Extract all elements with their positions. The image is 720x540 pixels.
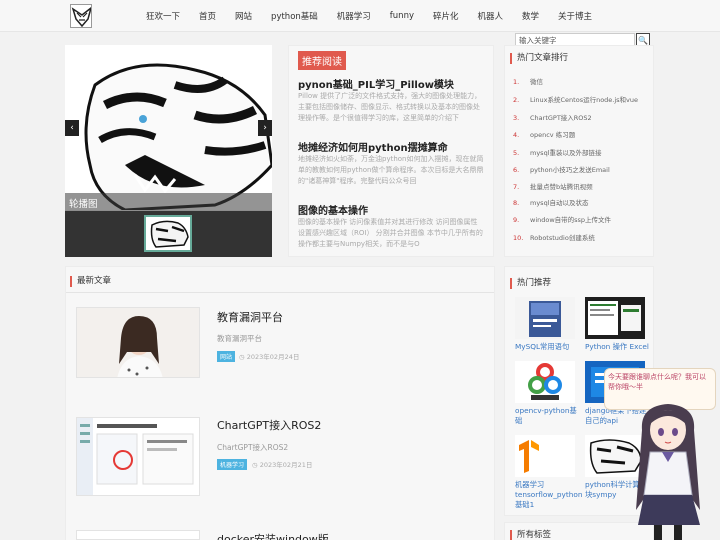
hot-thumb-mysql[interactable] — [515, 297, 575, 339]
hot-article-title: window自带的ssp上传文件 — [530, 216, 612, 224]
hot-article-rank: 10. — [513, 234, 524, 242]
hot-article-title: mysql自动以及状态 — [530, 199, 589, 207]
hot-item-label[interactable]: MySQL常用语句 — [515, 342, 581, 352]
recommend-item-desc: 图像的基本操作 访问像素值并对其进行修改 访问图像属性 设置感兴趣区域（ROI）… — [298, 218, 483, 248]
recommend-item-title[interactable]: pynon基础_PIL学习_Pillow模块 — [298, 76, 454, 91]
hot-item-label[interactable]: Python 操作 Excel — [585, 342, 651, 352]
carousel-slide-image[interactable] — [65, 45, 272, 212]
hot-article-title: mysql重装以及外部链接 — [530, 149, 602, 157]
nav-item-home[interactable]: 首页 — [199, 10, 216, 22]
carousel-prev-button[interactable]: ‹ — [65, 120, 79, 136]
hot-article-rank: 6. — [513, 166, 520, 174]
site-logo[interactable] — [70, 4, 92, 28]
nav-item-machine-learning[interactable]: 机器学习 — [337, 10, 371, 22]
hot-recommend-title: 热门推荐 — [510, 278, 551, 289]
carousel-next-button[interactable]: › — [258, 120, 272, 136]
hot-article-title: python小技巧之发送Email — [530, 166, 610, 174]
latest-articles-title: 最新文章 — [70, 276, 111, 287]
article-title[interactable]: ChartGPT接入ROS2 — [217, 417, 321, 433]
carousel-caption: 轮播图 — [69, 199, 98, 210]
hot-article-rank: 1. — [513, 78, 520, 86]
hot-item-label[interactable]: 机器学习tensorflow_python基础1 — [515, 480, 582, 510]
article-date-text: 2023年02月21日 — [259, 461, 313, 469]
recommend-item-desc: Pillow 提供了广泛的文件格式支持，强大的图像处理能力，主要包括图像储存、图… — [298, 92, 482, 122]
nav-item-python-basics[interactable]: python基础 — [271, 10, 318, 22]
recommend-item-desc: 地摊经济如火如荼，万金油python如何加入摆摊，现在就简单的教教如何用pyth… — [298, 155, 484, 185]
recommended-reading-tag: 推荐阅读 — [298, 51, 346, 70]
article-thumbnail[interactable] — [76, 307, 200, 378]
hot-article-item[interactable]: 1. 微信 — [513, 76, 543, 86]
article-date: ◷ 2023年02月21日 — [252, 459, 312, 469]
hot-article-title: Robotstudio创建系统 — [530, 234, 595, 242]
hot-thumb-excel[interactable] — [585, 297, 645, 339]
hot-article-title: Linux系统Centos运行node.js和vue — [530, 96, 639, 104]
hot-article-item[interactable]: 3. ChartGPT接入ROS2 — [513, 112, 592, 122]
hot-thumb-tensorflow[interactable] — [515, 435, 575, 477]
article-category-tag[interactable]: 机器学习 — [217, 459, 248, 470]
hot-article-rank: 7. — [513, 183, 520, 191]
nav-item-website[interactable]: 网站 — [235, 10, 252, 22]
clock-icon: ◷ — [239, 353, 247, 361]
recommend-item-title[interactable]: 图像的基本操作 — [298, 202, 368, 217]
article-thumbnail[interactable] — [76, 530, 200, 540]
nav-item-robot[interactable]: 机器人 — [478, 10, 504, 22]
hot-article-item[interactable]: 2. Linux系统Centos运行node.js和vue — [513, 94, 638, 104]
search-icon: 🔍 — [638, 36, 648, 45]
hot-article-rank: 2. — [513, 96, 520, 104]
latest-articles-divider — [66, 292, 494, 293]
hot-articles-title: 热门文章排行 — [510, 53, 568, 64]
article-thumbnail[interactable] — [76, 417, 200, 496]
article-date-text: 2023年02月24日 — [246, 353, 300, 361]
hot-article-item[interactable]: 5. mysql重装以及外部链接 — [513, 147, 602, 157]
hot-article-title: 批量点赞b站腾讯视频 — [530, 183, 593, 191]
banner-carousel[interactable]: ‹ › 轮播图 — [65, 45, 272, 257]
hot-article-item[interactable]: 7. 批量点赞b站腾讯视频 — [513, 181, 593, 191]
hot-article-item[interactable]: 10. Robotstudio创建系统 — [513, 232, 595, 242]
article-excerpt: 教育漏洞平台 — [217, 334, 262, 343]
article-title[interactable]: 教育漏洞平台 — [217, 309, 283, 325]
hot-thumb-opencv[interactable] — [515, 361, 575, 403]
nav-item-math[interactable]: 数学 — [522, 10, 539, 22]
clock-icon: ◷ — [252, 461, 260, 469]
hot-article-title: 微信 — [530, 78, 543, 86]
hot-article-item[interactable]: 6. python小技巧之发送Email — [513, 164, 610, 174]
hot-article-rank: 4. — [513, 131, 520, 139]
all-tags-title: 所有标签 — [510, 530, 551, 540]
mascot-character[interactable] — [620, 400, 720, 540]
hot-article-item[interactable]: 9. window自带的ssp上传文件 — [513, 214, 611, 224]
nav-item-about[interactable]: 关于博主 — [558, 10, 592, 22]
hot-article-item[interactable]: 4. opencv 练习题 — [513, 129, 575, 139]
hot-article-title: ChartGPT接入ROS2 — [530, 114, 592, 122]
hot-article-item[interactable]: 8. mysql自动以及状态 — [513, 197, 589, 207]
article-category-tag[interactable]: 网站 — [217, 351, 236, 362]
nav-item-fragments[interactable]: 碎片化 — [433, 10, 459, 22]
top-nav-bar: 狂欢一下 首页 网站 python基础 机器学习 funny 碎片化 机器人 数… — [0, 0, 720, 32]
recommend-item-title[interactable]: 地摊经济如何用python摆摊算命 — [298, 139, 448, 154]
hot-item-label[interactable]: opencv-python基础 — [515, 406, 581, 426]
nav-item-funny[interactable]: funny — [390, 11, 414, 21]
nav-item-party[interactable]: 狂欢一下 — [146, 10, 180, 22]
article-title[interactable]: docker安装window版 — [217, 531, 329, 540]
hot-article-rank: 5. — [513, 149, 520, 157]
hot-article-title: opencv 练习题 — [530, 131, 576, 139]
main-nav: 狂欢一下 首页 网站 python基础 机器学习 funny 碎片化 机器人 数… — [146, 0, 611, 32]
article-excerpt: ChartGPT接入ROS2 — [217, 443, 289, 452]
hot-article-rank: 8. — [513, 199, 520, 207]
article-date: ◷ 2023年02月24日 — [239, 351, 299, 361]
hot-article-rank: 9. — [513, 216, 520, 224]
carousel-thumbnail[interactable] — [144, 215, 192, 252]
hot-article-rank: 3. — [513, 114, 520, 122]
